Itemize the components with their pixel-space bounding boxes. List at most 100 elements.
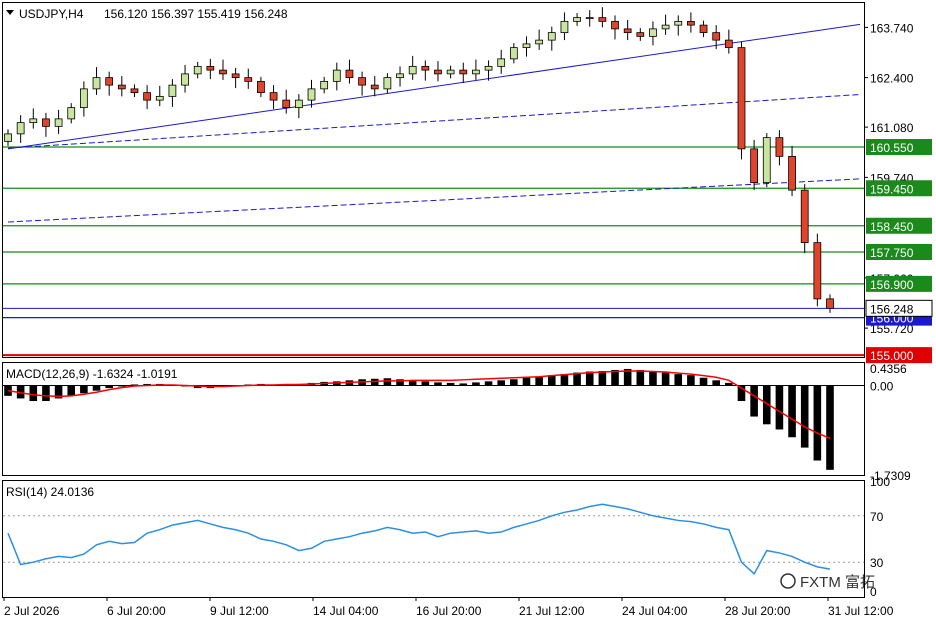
candle-body [649, 28, 657, 37]
level-price-label: 159.450 [870, 182, 914, 196]
candle-body [421, 65, 430, 71]
candle-body [573, 17, 581, 22]
candle-body [535, 39, 544, 45]
level-price-label: 160.550 [870, 141, 914, 155]
candle-body [724, 39, 733, 49]
macd-bar [118, 385, 126, 387]
candle-body [130, 88, 139, 94]
macd-bar [510, 379, 518, 386]
candle-body [29, 118, 38, 124]
candle-body [547, 32, 556, 41]
candle-body [497, 58, 506, 67]
candle-body [459, 69, 468, 75]
candle-body [826, 298, 834, 309]
candle-body [585, 17, 594, 20]
macd-title: MACD(12,26,9) -1.6324 -1.0191 [6, 367, 178, 381]
candle-body [687, 20, 695, 26]
candle-body [16, 122, 25, 135]
candle-body [775, 137, 784, 157]
macd-bar [522, 377, 531, 386]
x-tick-label: 21 Jul 12:00 [519, 604, 585, 618]
candle-body [522, 43, 531, 49]
rsi-y-tick-label: 70 [870, 510, 884, 524]
x-tick-label: 16 Jul 20:00 [416, 604, 482, 618]
macd-bar [92, 385, 101, 391]
price-y-tick-label: 161.080 [870, 121, 914, 135]
macd-bar [80, 385, 88, 394]
candle-body [294, 99, 303, 109]
price-y-tick-label: 162.400 [870, 72, 914, 86]
rsi-panel[interactable] [2, 480, 865, 598]
x-tick-label: 6 Jul 20:00 [107, 604, 166, 618]
candle-body [79, 88, 88, 109]
candle-body [193, 65, 202, 75]
macd-bar [535, 376, 543, 386]
macd-bar [636, 369, 645, 386]
candle-body [762, 137, 771, 184]
candle-body [737, 47, 746, 150]
macd-bar [560, 374, 569, 386]
macd-bar [484, 381, 493, 386]
price-y-tick-label: 163.740 [870, 21, 914, 35]
x-tick-label: 24 Jul 04:00 [622, 604, 688, 618]
candle-body [560, 20, 569, 34]
candle-body [42, 118, 50, 127]
candle-body [168, 84, 177, 97]
level-price-label: 155.000 [870, 349, 914, 363]
current-price-label: 156.248 [870, 302, 914, 316]
candle-body [143, 92, 151, 101]
candle-body [484, 65, 493, 71]
x-tick-label: 31 Jul 12:00 [828, 604, 894, 618]
level-price-label: 156.900 [870, 278, 914, 292]
candle-body [54, 118, 63, 127]
macd-bar [725, 382, 733, 386]
macd-bar [67, 385, 76, 396]
macd-bar [497, 380, 505, 386]
macd-bar [674, 374, 683, 386]
macd-bar [712, 380, 720, 386]
candle-body [674, 20, 683, 26]
candle-body [661, 24, 670, 30]
candle-body [117, 84, 126, 90]
level-price-label: 158.450 [870, 220, 914, 234]
candle-body [712, 32, 721, 41]
x-tick-label: 9 Jul 12:00 [210, 604, 269, 618]
macd-bar [775, 385, 784, 430]
macd-bar [649, 371, 657, 386]
macd-bar [585, 371, 594, 386]
macd-bar [434, 382, 442, 386]
rsi-y-tick-label: 30 [870, 556, 884, 570]
candle-body [320, 80, 329, 90]
macd-bar [29, 385, 38, 402]
candle-body [800, 189, 809, 244]
price-panel[interactable] [2, 2, 865, 358]
candle-body [396, 73, 404, 79]
candle-body [92, 77, 101, 90]
x-tick-label: 2 Jul 2026 [4, 604, 60, 618]
candle-body [611, 20, 619, 30]
macd-bar [42, 385, 50, 402]
candle-body [788, 155, 796, 191]
rsi-title: RSI(14) 24.0136 [6, 485, 94, 499]
macd-bar [421, 381, 430, 386]
x-tick-label: 28 Jul 20:00 [725, 604, 791, 618]
watermark-text: FXTM 富拓 [800, 573, 875, 591]
macd-y-tick-label: 0.4356 [870, 362, 907, 376]
candle-body [370, 84, 379, 90]
macd-bar [472, 382, 480, 386]
candle-body [282, 99, 291, 109]
macd-bar [699, 377, 708, 386]
candle-body [67, 107, 76, 120]
candle-body [636, 32, 645, 37]
macd-bar [687, 375, 695, 386]
macd-bar [598, 371, 607, 386]
candle-body [383, 77, 392, 90]
chart-window[interactable]: 163.740162.400161.080159.740157.060155.7… [0, 0, 936, 624]
macd-bar [800, 385, 809, 448]
candle-body [105, 77, 114, 86]
candle-body [446, 69, 455, 75]
macd-bar [826, 385, 834, 470]
candle-body [472, 69, 480, 75]
candle-body [598, 17, 607, 22]
symbol-label: USDJPY,H4 [19, 7, 84, 21]
